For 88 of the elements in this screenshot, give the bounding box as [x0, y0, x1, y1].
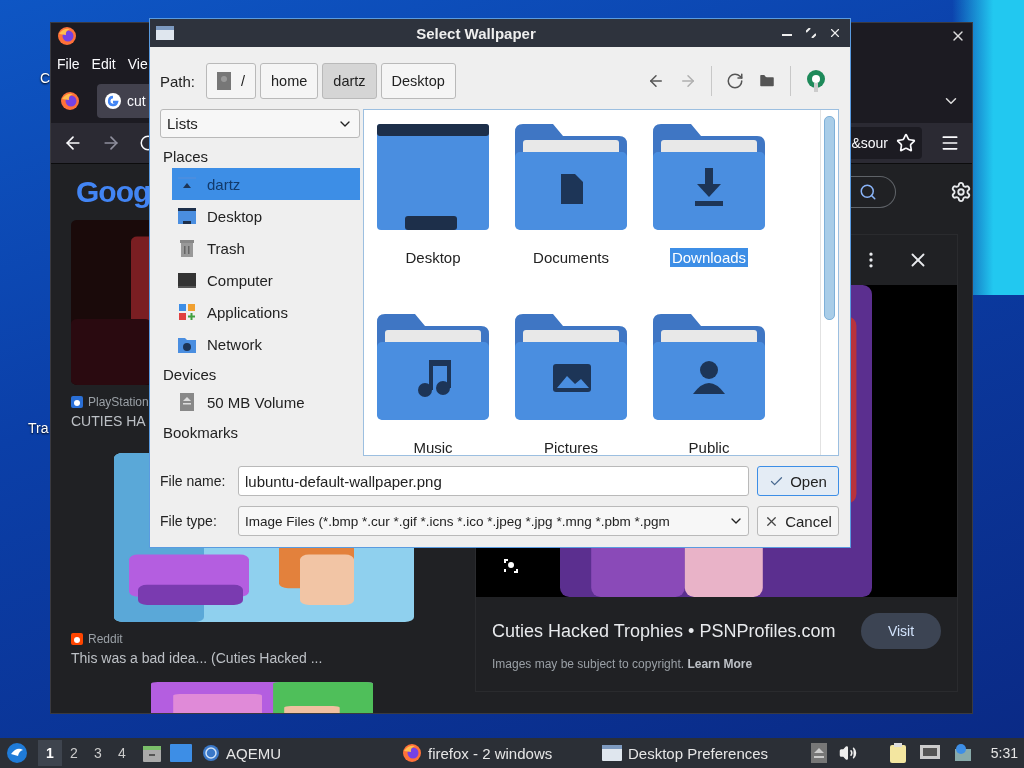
window-title: Select Wallpaper: [415, 24, 537, 42]
tab-title: cut: [127, 93, 146, 109]
workspace-button[interactable]: 2: [62, 740, 86, 766]
downloads-folder-icon: [653, 124, 765, 230]
path-label: Path:: [160, 72, 197, 90]
field-label: File type:: [160, 513, 218, 529]
file-name-field[interactable]: lubuntu-default-wallpaper.png: [238, 466, 749, 496]
desktop-folder-icon: [377, 124, 489, 230]
start-menu-icon[interactable]: [6, 742, 28, 764]
documents-folder-icon: [515, 124, 627, 230]
source-icon: [71, 396, 83, 408]
clock: 5:31: [990, 745, 1018, 761]
file-name[interactable]: Pictures: [541, 438, 601, 457]
path-button[interactable]: /: [206, 63, 257, 99]
path-button[interactable]: Desktop: [380, 63, 456, 99]
settings-icon[interactable]: [950, 181, 972, 203]
file-name[interactable]: Desktop: [403, 248, 463, 267]
visit-button[interactable]: Visit: [861, 613, 941, 649]
google-logo[interactable]: Goog: [76, 175, 151, 209]
file-name[interactable]: Music: [411, 438, 455, 457]
star-icon[interactable]: [896, 133, 916, 153]
file-manager-icon[interactable]: [142, 743, 162, 763]
file-name[interactable]: Documents: [531, 248, 611, 267]
cancel-button[interactable]: Cancel: [757, 506, 839, 536]
path-button[interactable]: dartz: [322, 63, 377, 99]
desktop-icon-label: Tra: [28, 420, 49, 436]
network-icon[interactable]: [918, 744, 941, 762]
copyright-notice: Images may be subject to copyright. Learn More: [492, 657, 754, 671]
firefox-icon: [57, 26, 77, 46]
reload-button[interactable]: [726, 72, 744, 90]
google-icon: [104, 92, 122, 110]
sidebar-item[interactable]: Applications: [172, 296, 360, 328]
menu-item[interactable]: File: [57, 56, 80, 72]
sidebar-item[interactable]: Trash: [172, 232, 360, 264]
window-icon: [156, 26, 174, 40]
preview-title[interactable]: Cuties Hacked Trophies • PSNProfiles.com: [492, 620, 836, 642]
drive-icon: [217, 72, 231, 90]
eject-drive-icon: [177, 392, 197, 412]
notification-icon[interactable]: [952, 743, 973, 763]
view-select[interactable]: Lists: [160, 109, 360, 138]
workspace-button[interactable]: 3: [86, 740, 110, 766]
new-folder-button[interactable]: [758, 72, 776, 90]
menu-icon[interactable]: [940, 133, 960, 153]
monitor-icon: [177, 206, 197, 226]
field-label: File name:: [160, 473, 227, 489]
task-button[interactable]: firefox - 2 windows: [400, 739, 600, 767]
sidebar-item[interactable]: Computer: [172, 264, 360, 296]
back-button[interactable]: [647, 72, 665, 90]
workspace-button[interactable]: 1: [38, 740, 62, 766]
sidebar-item[interactable]: Desktop: [172, 200, 360, 232]
section-heading: Places: [162, 147, 210, 167]
computer-icon: [177, 270, 197, 290]
file-type-select[interactable]: Image Files (*.bmp *.cur *.gif *.icns *.ico *.jpeg *.jpg *.mng *.pbm *.pgm: [238, 506, 749, 536]
firefox-icon: [402, 743, 422, 763]
lens-icon[interactable]: [502, 557, 520, 575]
sidebar-item[interactable]: Network: [172, 328, 360, 360]
reddit-icon: [71, 633, 83, 645]
task-button[interactable]: AQEMU: [200, 739, 400, 767]
section-heading: Devices: [162, 365, 218, 385]
music-folder-icon: [377, 314, 489, 420]
volume-icon[interactable]: [838, 744, 857, 762]
path-button[interactable]: home: [260, 63, 319, 99]
learn-more-link[interactable]: Learn More: [687, 657, 753, 671]
result-title[interactable]: This was a bad idea... (Cuties Hacked ...: [71, 650, 461, 666]
result-source[interactable]: Reddit: [88, 632, 123, 646]
section-heading: Bookmarks: [162, 423, 240, 443]
sidebar-item[interactable]: 50 MB Volume: [172, 386, 360, 418]
window-icon: [602, 744, 622, 762]
scrollbar-thumb[interactable]: [824, 116, 835, 320]
task-button[interactable]: Desktop Preferences: [600, 739, 800, 767]
desktop-icon-label: C: [40, 70, 51, 86]
result-source[interactable]: PlayStation: [88, 395, 149, 409]
public-folder-icon: [653, 314, 765, 420]
search-icon: [859, 183, 877, 201]
apps-icon: [177, 302, 197, 322]
eject-icon[interactable]: [810, 743, 827, 763]
clipboard-icon[interactable]: [888, 742, 907, 764]
tree-button[interactable]: [805, 69, 827, 93]
globe-icon: [202, 744, 220, 762]
firefox-icon: [60, 91, 80, 111]
url-text: &sour: [851, 135, 888, 151]
open-button[interactable]: Open: [757, 466, 839, 496]
trash-icon: [177, 238, 197, 258]
file-name[interactable]: Public: [686, 438, 732, 457]
workspace-button[interactable]: 4: [110, 740, 134, 766]
menu-item[interactable]: Edit: [91, 56, 116, 72]
menu-item[interactable]: Vie: [127, 56, 148, 72]
pictures-folder-icon: [515, 314, 627, 420]
